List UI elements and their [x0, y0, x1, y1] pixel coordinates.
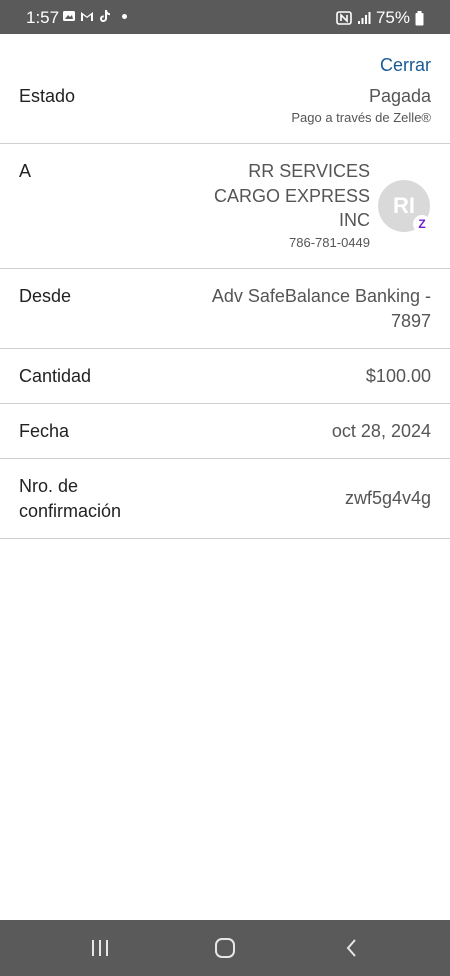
battery-percent: 75% [375, 8, 410, 27]
confirmation-number: zwf5g4v4g [344, 488, 431, 508]
confirmation-label: Nro. de confirmación [19, 474, 159, 524]
tiktok-icon [100, 10, 110, 22]
recent-apps-icon[interactable] [88, 936, 112, 960]
divider [0, 348, 450, 349]
gallery-icon [63, 11, 75, 21]
status-label: Estado [19, 86, 76, 106]
date-label: Fecha [19, 421, 70, 441]
back-icon[interactable] [340, 936, 364, 960]
divider [0, 268, 450, 269]
divider [0, 538, 450, 539]
home-icon[interactable] [213, 936, 237, 960]
status-time: 1:57 [26, 8, 60, 27]
divider [0, 458, 450, 459]
from-account-line: 7897 [390, 311, 431, 331]
recipient-name-line: INC [339, 210, 370, 230]
payment-method-note: Pago a través de Zelle® [291, 110, 431, 125]
recipient-name-line: CARGO EXPRESS [213, 185, 370, 206]
battery-icon [415, 10, 424, 25]
from-account: Adv SafeBalance Banking - 7897 [171, 284, 431, 334]
amount-label: Cantidad [19, 366, 92, 386]
close-button[interactable]: Cerrar [380, 55, 431, 76]
from-label: Desde [19, 286, 72, 306]
zelle-badge-icon: Z [413, 215, 431, 233]
recipient-phone: 786-781-0449 [289, 235, 370, 250]
nfc-icon [336, 11, 352, 25]
recipient-label: A [19, 161, 32, 181]
from-account-line: Adv SafeBalance Banking - [211, 286, 431, 306]
date-value: oct 28, 2024 [331, 421, 431, 441]
signal-icon [357, 12, 371, 24]
gmail-icon [81, 12, 93, 21]
recipient-name: RR SERVICES CARGO EXPRESS INC [150, 159, 370, 233]
confirmation-label-line: confirmación [19, 501, 122, 521]
amount-value: $100.00 [365, 366, 431, 386]
navigation-bar [0, 920, 450, 976]
status-bar: 1:57 75% [0, 0, 450, 34]
divider [0, 143, 450, 144]
confirmation-label-line: Nro. de [19, 476, 79, 496]
divider [0, 403, 450, 404]
notification-icons [62, 9, 127, 23]
status-value: Pagada [368, 86, 431, 106]
recipient-name-line: RR SERVICES [248, 161, 370, 181]
system-icons: 75% [336, 8, 424, 28]
notification-dot [122, 13, 127, 19]
